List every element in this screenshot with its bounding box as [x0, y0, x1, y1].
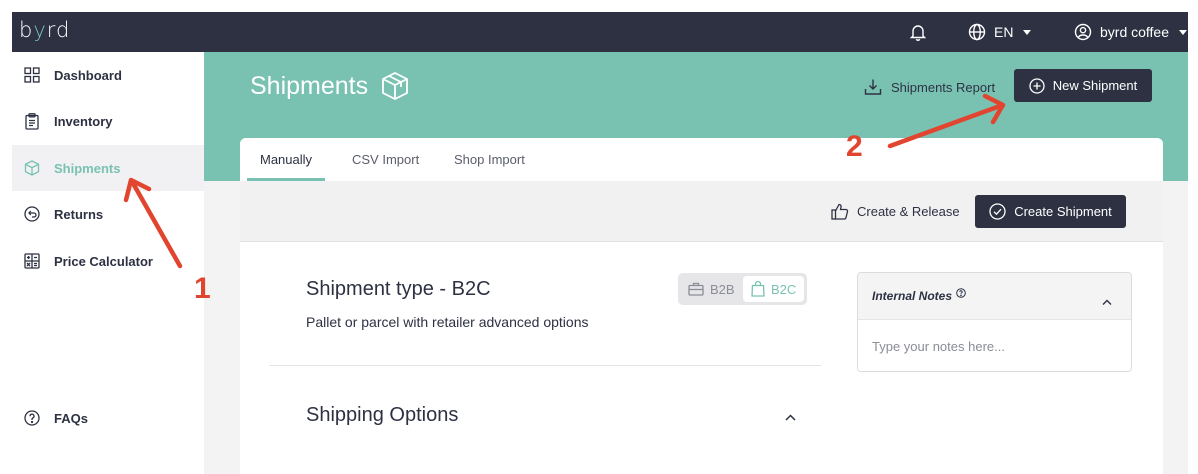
create-shipment-label: Create Shipment: [1014, 204, 1112, 219]
tab-manually[interactable]: Manually: [260, 138, 312, 181]
new-shipment-label: New Shipment: [1052, 78, 1138, 93]
chevron-down-icon: [1023, 29, 1032, 35]
box-icon: [382, 71, 409, 101]
internal-notes-input[interactable]: [858, 320, 1131, 371]
toggle-b2c-label: B2C: [771, 281, 797, 297]
chevron-up-icon: [785, 414, 796, 421]
language-selector[interactable]: EN: [968, 12, 1032, 52]
main-content: Shipments Shipments Report New Shipment …: [204, 52, 1188, 474]
annotation-number-2: 2: [846, 130, 863, 163]
tab-csv-import[interactable]: CSV Import: [352, 138, 419, 181]
page-title-text: Shipments: [250, 71, 369, 100]
dashboard-grid-icon: [24, 67, 40, 83]
sidebar-item-label: Inventory: [54, 113, 113, 129]
briefcase-icon: [688, 282, 704, 296]
shipment-form-card: Manually CSV Import Shop Import Create &…: [240, 138, 1163, 474]
internal-notes-title: Internal Notes: [872, 288, 966, 303]
sidebar-item-inventory[interactable]: Inventory: [12, 98, 204, 144]
new-shipment-button[interactable]: New Shipment: [1014, 69, 1152, 102]
shipments-report-button[interactable]: Shipments Report: [864, 76, 995, 98]
sidebar-item-dashboard[interactable]: Dashboard: [12, 52, 204, 98]
sidebar-item-price-calculator[interactable]: Price Calculator: [12, 238, 204, 284]
sidebar-item-label: Price Calculator: [54, 253, 153, 269]
plus-circle-icon: [1029, 77, 1045, 94]
user-menu[interactable]: byrd coffee: [1074, 12, 1188, 52]
top-bar: byrd EN byrd coffee: [12, 12, 1188, 52]
download-icon: [864, 79, 882, 95]
shipments-report-label: Shipments Report: [891, 79, 996, 95]
shopping-bag-icon: [751, 281, 765, 297]
question-circle-icon: [24, 410, 40, 426]
calculator-icon: [24, 253, 40, 269]
language-label: EN: [994, 24, 1014, 40]
sidebar-item-label: Dashboard: [54, 67, 122, 83]
tab-label: CSV Import: [352, 152, 420, 167]
page-title: Shipments: [250, 71, 410, 101]
create-shipment-button[interactable]: Create Shipment: [975, 195, 1126, 228]
shipment-type-title: Shipment type - B2C: [306, 278, 491, 300]
notifications-button[interactable]: [910, 12, 926, 52]
shipment-type-toggle: B2B B2C: [678, 273, 807, 305]
tab-shop-import[interactable]: Shop Import: [454, 138, 525, 181]
internal-notes-header[interactable]: Internal Notes: [858, 273, 1131, 320]
internal-notes-panel: Internal Notes: [857, 272, 1132, 372]
user-circle-icon: [1074, 23, 1092, 41]
internal-notes-title-text: Internal Notes: [872, 289, 953, 303]
section-divider: [269, 365, 821, 366]
globe-icon: [968, 23, 986, 41]
action-bar: Create & Release Create Shipment: [240, 181, 1163, 242]
tab-label: Manually: [260, 152, 313, 167]
sidebar-item-label: FAQs: [54, 410, 88, 426]
return-arrow-icon: [24, 206, 40, 222]
tab-label: Shop Import: [454, 152, 525, 167]
toggle-b2c[interactable]: B2C: [743, 276, 804, 302]
create-release-label: Create & Release: [857, 203, 960, 219]
box-icon: [24, 160, 40, 176]
bell-icon: [910, 25, 926, 41]
check-circle-icon: [989, 203, 1006, 220]
create-release-button[interactable]: Create & Release: [831, 199, 960, 223]
chevron-down-icon: [1179, 29, 1188, 35]
tab-bar: Manually CSV Import Shop Import: [240, 138, 1163, 181]
shipment-type-subtitle: Pallet or parcel with retailer advanced …: [306, 314, 589, 330]
user-name: byrd coffee: [1100, 24, 1170, 40]
sidebar-item-faqs[interactable]: FAQs: [12, 395, 204, 441]
byrd-logo[interactable]: byrd: [19, 18, 70, 42]
internal-notes-collapse[interactable]: [1102, 292, 1112, 310]
shipping-options-collapse[interactable]: [785, 408, 796, 426]
sidebar-item-label: Shipments: [54, 160, 121, 176]
thumbs-up-icon: [831, 203, 849, 220]
clipboard-icon: [24, 112, 40, 130]
sidebar-item-returns[interactable]: Returns: [12, 191, 204, 237]
help-circle-icon[interactable]: [956, 288, 966, 298]
annotation-number-1: 1: [194, 272, 211, 305]
toggle-b2b[interactable]: B2B: [688, 276, 735, 302]
sidebar-item-shipments[interactable]: Shipments: [12, 145, 204, 191]
shipping-options-title: Shipping Options: [306, 404, 459, 426]
toggle-b2b-label: B2B: [710, 281, 735, 297]
sidebar: Dashboard Inventory Shipments Returns Pr…: [12, 52, 204, 474]
chevron-up-icon: [1102, 299, 1112, 305]
sidebar-item-label: Returns: [54, 206, 104, 222]
